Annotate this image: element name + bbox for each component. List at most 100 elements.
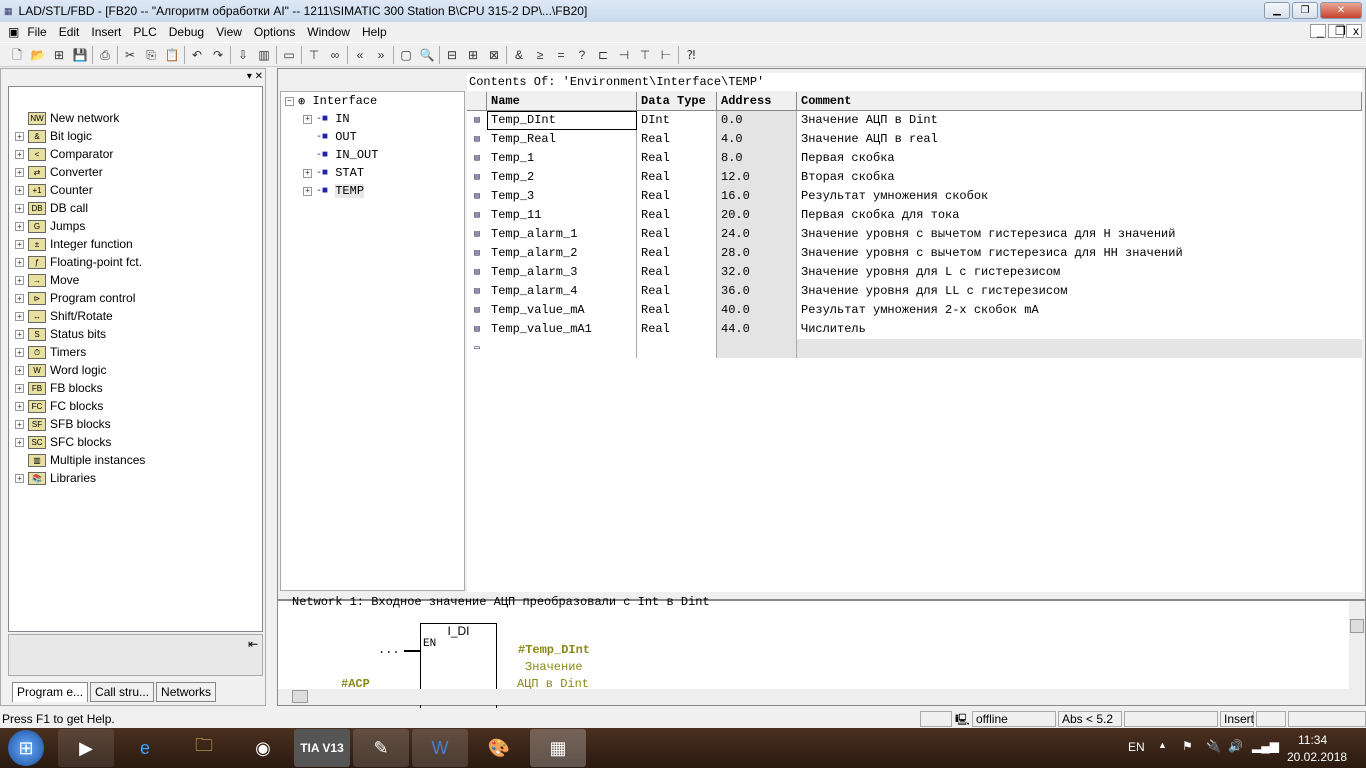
table-row[interactable]: ▤ Temp_value_mA Real 40.0 Результат умножени… (467, 301, 1362, 320)
cell[interactable]: Значение АЦП в real (797, 130, 1362, 149)
cell[interactable]: Temp_11 (487, 206, 637, 225)
clock-time[interactable]: 11:34 (1298, 733, 1327, 747)
tree-item[interactable]: + +1 Counter (9, 181, 262, 199)
empty-box-icon[interactable]: ? (573, 46, 591, 64)
new-network-icon[interactable]: ⊟ (443, 46, 461, 64)
cell[interactable]: 20.0 (717, 206, 797, 225)
table-row[interactable]: ▤ Temp_1 Real 8.0 Первая скобка (467, 149, 1362, 168)
tree-item[interactable]: + ↔ Shift/Rotate (9, 307, 262, 325)
network-icon[interactable]: ⊤ (305, 46, 323, 64)
cell[interactable]: Temp_value_mA1 (487, 320, 637, 339)
cell[interactable]: Real (637, 282, 717, 301)
table-row[interactable]: ▤ Temp_Real Real 4.0 Значение АЦП в real (467, 130, 1362, 149)
tray-arrow-icon[interactable]: ▲ (1158, 740, 1167, 750)
menu-file[interactable]: File (21, 25, 52, 39)
open-icon[interactable]: 📂 (29, 46, 47, 64)
tree-item[interactable]: + FB FB blocks (9, 379, 262, 397)
interface-item[interactable]: + -■ TEMP (281, 182, 464, 200)
out-operand[interactable]: #Temp_DInt (518, 643, 590, 657)
mdi-close-button[interactable]: x (1346, 24, 1362, 38)
network-title[interactable]: Network 1: Входное значение АЦП преобраз… (292, 595, 710, 609)
tab-networks[interactable]: Networks (156, 682, 217, 702)
cell[interactable]: Значение уровня с вычетом гистерезиса дл… (797, 244, 1362, 263)
interface-item[interactable]: + -■ IN (281, 110, 464, 128)
insert-element-icon[interactable]: ⇤ (248, 637, 258, 651)
cell[interactable]: 36.0 (717, 282, 797, 301)
cell[interactable]: Real (637, 301, 717, 320)
cell[interactable]: Real (637, 168, 717, 187)
expand-icon[interactable]: + (15, 131, 24, 141)
cell[interactable]: Результат умножения скобок (797, 187, 1362, 206)
expand-icon[interactable]: + (15, 347, 24, 357)
cell[interactable]: Значение уровня с вычетом гистерезиса дл… (797, 225, 1362, 244)
cell[interactable]: Real (637, 225, 717, 244)
tree-item[interactable]: + & Bit logic (9, 127, 262, 145)
paint-icon[interactable]: 🎨 (471, 729, 527, 767)
tree-item[interactable]: + ⊳ Program control (9, 289, 262, 307)
cell[interactable]: 0.0 (717, 111, 797, 130)
vertical-scrollbar[interactable] (1349, 601, 1365, 689)
word-icon[interactable]: W (412, 729, 468, 767)
action-center-flag-icon[interactable]: ⚑ (1182, 739, 1193, 753)
tree-item[interactable]: + ⏱ Timers (9, 343, 262, 361)
cell[interactable]: Результат умножения 2-х скобок mA (797, 301, 1362, 320)
cell[interactable]: Temp_alarm_3 (487, 263, 637, 282)
col-address[interactable]: Address (717, 92, 797, 110)
cell[interactable]: DInt (637, 111, 717, 130)
expand-icon[interactable]: + (15, 329, 24, 339)
cell[interactable]: Вторая скобка (797, 168, 1362, 187)
expand-icon[interactable]: + (15, 221, 24, 231)
cut-icon[interactable]: ✂ (121, 46, 139, 64)
network-signal-icon[interactable]: ▂▄▆ (1252, 739, 1279, 753)
cell[interactable]: Числитель (797, 320, 1362, 339)
tree-item[interactable]: + ⇄ Converter (9, 163, 262, 181)
search-icon[interactable]: 🔍 (418, 46, 436, 64)
tree-item[interactable]: + W Word logic (9, 361, 262, 379)
undo-icon[interactable]: ↶ (188, 46, 206, 64)
expand-icon[interactable]: + (303, 168, 312, 178)
panel-close-button[interactable]: ▾ ✕ (247, 71, 263, 82)
cell[interactable]: 24.0 (717, 225, 797, 244)
cell[interactable]: Temp_Real (487, 130, 637, 149)
menu-edit[interactable]: Edit (53, 25, 86, 39)
tree-item[interactable]: NW New network (9, 109, 262, 127)
table-row[interactable]: ▤ Temp_alarm_2 Real 28.0 Значение уровня с в… (467, 244, 1362, 263)
table-row[interactable]: ▤ Temp_value_mA1 Real 44.0 Числитель (467, 320, 1362, 339)
tree-item[interactable]: + → Move (9, 271, 262, 289)
cell[interactable]: Temp_DInt (487, 111, 637, 130)
table-row-empty[interactable]: ▭ (467, 339, 1362, 358)
col-name[interactable]: Name (487, 92, 637, 110)
menu-view[interactable]: View (210, 25, 248, 39)
cell[interactable]: 12.0 (717, 168, 797, 187)
save-icon[interactable]: 💾 (71, 46, 89, 64)
cell[interactable]: 40.0 (717, 301, 797, 320)
cell[interactable]: 4.0 (717, 130, 797, 149)
overview-icon[interactable]: ▭ (280, 46, 298, 64)
col-comment[interactable]: Comment (797, 92, 1362, 110)
table-row[interactable]: ▤ Temp_3 Real 16.0 Результат умножения скобо… (467, 187, 1362, 206)
tab-call-structure[interactable]: Call stru... (90, 682, 155, 702)
tab-program-elements[interactable]: Program e... (12, 682, 89, 702)
table-row[interactable]: ▤ Temp_alarm_4 Real 36.0 Значение уровня для… (467, 282, 1362, 301)
accessible-nodes-icon[interactable]: ⊞ (50, 46, 68, 64)
table-row[interactable]: ▤ Temp_DInt DInt 0.0 Значение АЦП в Dint (467, 111, 1362, 130)
interface-item[interactable]: -■ OUT (281, 128, 464, 146)
tree-item[interactable]: + DB DB call (9, 199, 262, 217)
expand-icon[interactable]: + (15, 257, 24, 267)
media-player-icon[interactable]: ▶ (58, 729, 114, 767)
minimize-button[interactable]: ▁ (1264, 2, 1290, 19)
tree-item[interactable]: + 📚 Libraries (9, 469, 262, 487)
cell[interactable]: 32.0 (717, 263, 797, 282)
tree-root[interactable]: − ⊕ Interface (281, 92, 464, 110)
branch-close-icon[interactable]: ⊣ (615, 46, 633, 64)
expand-icon[interactable]: + (15, 239, 24, 249)
power-icon[interactable]: 🔌 (1206, 739, 1221, 753)
cell[interactable]: Temp_alarm_4 (487, 282, 637, 301)
expand-icon[interactable]: + (15, 293, 24, 303)
cell[interactable]: Real (637, 187, 717, 206)
cell[interactable]: Real (637, 130, 717, 149)
col-data-type[interactable]: Data Type (637, 92, 717, 110)
chrome-icon[interactable]: ◉ (235, 729, 291, 767)
tree-item[interactable]: + < Comparator (9, 145, 262, 163)
cell[interactable]: Temp_3 (487, 187, 637, 206)
